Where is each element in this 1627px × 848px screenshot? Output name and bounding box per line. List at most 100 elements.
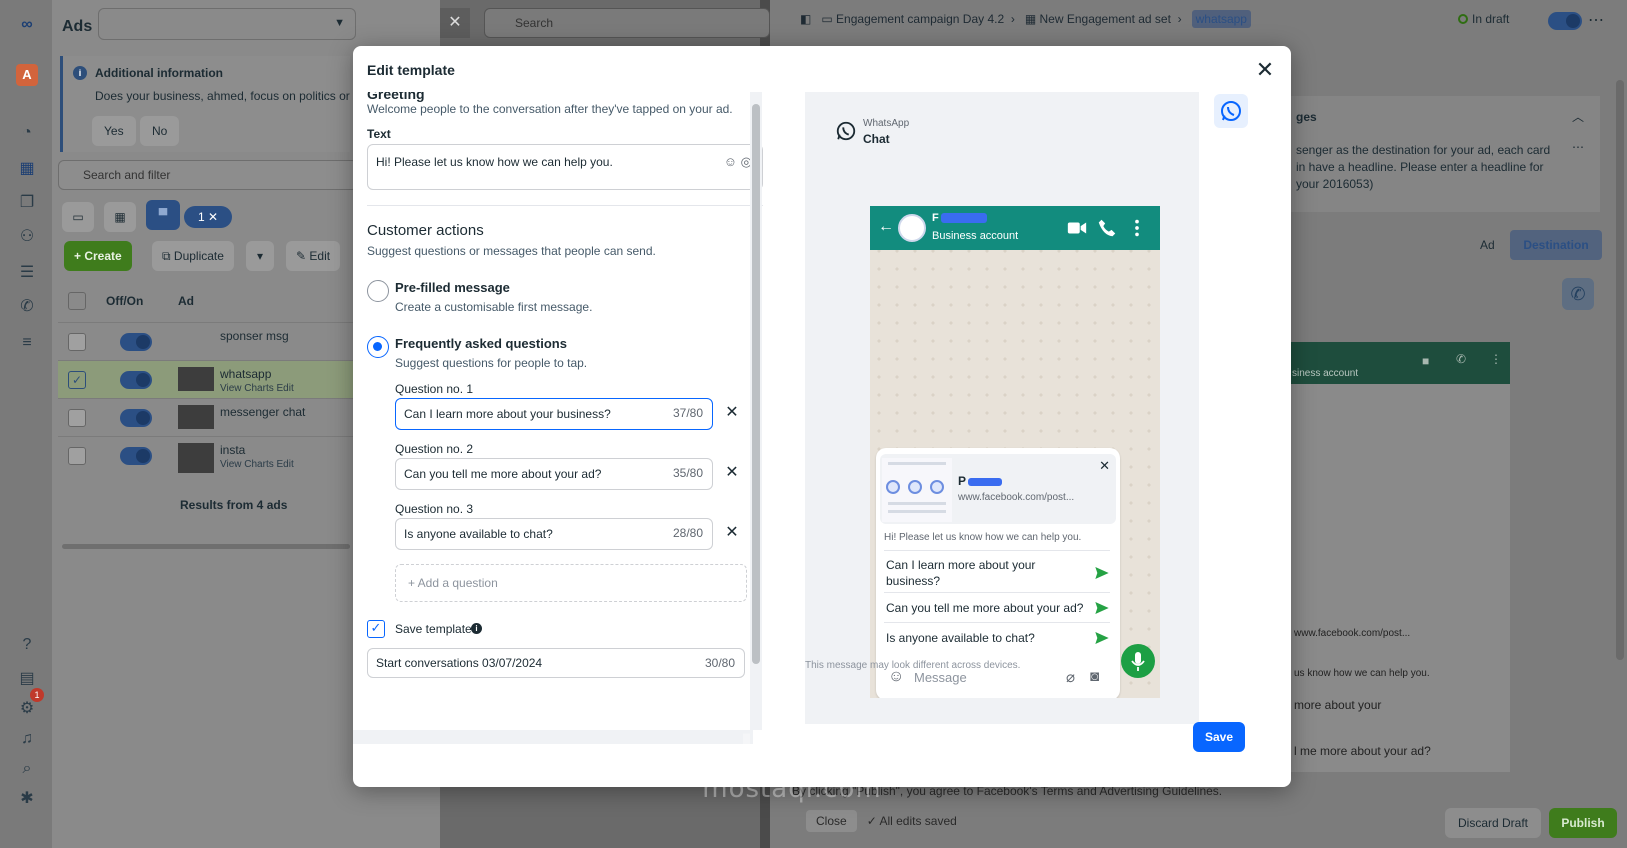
selected-count: 1 bbox=[197, 210, 205, 224]
account-avatar[interactable]: A bbox=[16, 64, 38, 86]
remove-question-1-icon[interactable]: ✕ bbox=[723, 404, 741, 422]
billing-icon[interactable]: ☰ bbox=[16, 262, 38, 284]
row-toggle[interactable] bbox=[120, 409, 152, 427]
grid-view-icon[interactable]: ▦ bbox=[104, 202, 136, 232]
account-selector[interactable]: ▼ bbox=[98, 8, 356, 40]
remove-question-2-icon[interactable]: ✕ bbox=[723, 464, 741, 482]
prefilled-message-title[interactable]: Pre-filled message bbox=[395, 280, 510, 295]
check-icon: ✓ bbox=[866, 814, 877, 828]
bell-icon[interactable]: ♫ bbox=[16, 728, 38, 750]
top-search-input[interactable]: Search bbox=[484, 8, 770, 38]
question-3-input[interactable]: Is anyone available to chat? bbox=[395, 518, 713, 550]
settings-gear-icon[interactable]: ⚙ bbox=[16, 698, 38, 720]
megaphone-icon[interactable]: ✆ bbox=[16, 296, 38, 318]
breadcrumb-ad[interactable]: whatsapp bbox=[1191, 10, 1251, 28]
table-horizontal-scrollbar[interactable] bbox=[62, 544, 350, 549]
card-text: senger as the destination for your ad, e… bbox=[1296, 143, 1551, 191]
info-title: Additional information bbox=[95, 66, 223, 80]
table-row[interactable]: sponser msg bbox=[58, 322, 388, 360]
row-toggle[interactable] bbox=[120, 447, 152, 465]
whatsapp-icon[interactable] bbox=[1214, 94, 1248, 128]
more-options-icon[interactable]: ⋯ bbox=[1588, 10, 1604, 30]
chevron-up-icon[interactable]: ︿ bbox=[1572, 108, 1584, 125]
info-icon[interactable]: i bbox=[471, 623, 482, 634]
yes-button[interactable]: Yes bbox=[92, 116, 136, 146]
faq-radio[interactable] bbox=[367, 336, 389, 358]
table-row[interactable]: messenger chat bbox=[58, 398, 388, 436]
dashboard-icon[interactable]: ◔ bbox=[16, 122, 38, 144]
ad-name[interactable]: insta bbox=[220, 443, 245, 457]
breadcrumb-adset[interactable]: New Engagement ad set bbox=[1040, 12, 1171, 26]
greeting-text-value: Hi! Please let us know how we can help y… bbox=[376, 155, 613, 169]
close-button[interactable]: Close bbox=[806, 810, 857, 832]
draft-toggle[interactable] bbox=[1548, 12, 1582, 30]
faq-title[interactable]: Frequently asked questions bbox=[395, 336, 567, 351]
pages-icon[interactable]: ❐ bbox=[16, 192, 38, 214]
row-toggle[interactable] bbox=[120, 371, 152, 389]
tab-ad[interactable]: Ad bbox=[1480, 238, 1495, 252]
emoji-icon[interactable]: ☺ ◎ bbox=[724, 154, 752, 170]
row-checkbox[interactable]: ✓ bbox=[68, 371, 86, 389]
bug-report-icon[interactable]: ✱ bbox=[16, 788, 38, 810]
no-button[interactable]: No bbox=[140, 116, 180, 146]
row-checkbox[interactable] bbox=[68, 333, 86, 351]
ads-table-icon[interactable]: ▦ bbox=[16, 158, 38, 180]
folder-icon[interactable]: ▭ bbox=[62, 202, 94, 232]
prefilled-message-description: Create a customisable first message. bbox=[395, 300, 593, 314]
row-links[interactable]: View Charts Edit bbox=[220, 459, 294, 470]
table-row[interactable]: ✓ whatsapp View Charts Edit bbox=[58, 360, 388, 398]
ad-name[interactable]: sponser msg bbox=[220, 329, 289, 343]
row-checkbox[interactable] bbox=[68, 447, 86, 465]
table-row[interactable]: insta View Charts Edit bbox=[58, 436, 388, 482]
add-question-button[interactable]: + Add a question bbox=[395, 564, 747, 602]
ad-thumbnail bbox=[178, 367, 214, 391]
template-name-input[interactable]: Start conversations 03/07/2024 bbox=[367, 648, 745, 678]
breadcrumb-campaign[interactable]: Engagement campaign Day 4.2 bbox=[836, 12, 1004, 26]
whatsapp-icon[interactable]: ✆ bbox=[1562, 278, 1594, 310]
edit-button[interactable]: ✎ Edit bbox=[286, 241, 341, 271]
duplicate-button[interactable]: ⧉ Duplicate bbox=[152, 241, 234, 271]
form-horizontal-scrollbar[interactable] bbox=[353, 730, 753, 744]
publish-button[interactable]: Publish bbox=[1549, 808, 1617, 838]
help-icon[interactable]: ? bbox=[16, 634, 38, 656]
row-checkbox[interactable] bbox=[68, 409, 86, 427]
ad-name[interactable]: messenger chat bbox=[220, 405, 305, 419]
tab-destination[interactable]: Destination bbox=[1510, 230, 1602, 260]
audiences-icon[interactable]: ⚇ bbox=[16, 226, 38, 248]
more-options-icon[interactable]: ⋯ bbox=[1572, 140, 1584, 154]
search-icon[interactable]: ⌕ bbox=[16, 758, 38, 780]
search-filter-input[interactable]: Search and filter bbox=[58, 160, 358, 190]
ads-level-icon[interactable]: ▀ bbox=[146, 200, 180, 230]
create-button[interactable]: + Create bbox=[64, 241, 132, 271]
ad-name[interactable]: whatsapp bbox=[220, 367, 271, 381]
row-links[interactable]: View Charts Edit bbox=[220, 383, 294, 394]
save-template-checkbox[interactable]: ✓ bbox=[367, 620, 385, 638]
back-arrow-icon: ← bbox=[878, 218, 894, 235]
select-all-checkbox[interactable] bbox=[68, 292, 86, 310]
prefilled-message-radio[interactable] bbox=[367, 280, 389, 302]
discard-draft-button[interactable]: Discard Draft bbox=[1445, 808, 1541, 838]
question-1-input[interactable]: Can I learn more about your business? bbox=[395, 398, 713, 430]
notifications-list-icon[interactable]: ▤ bbox=[16, 668, 38, 690]
breadcrumb: ◧ ▭ Engagement campaign Day 4.2 › ▦ New … bbox=[800, 10, 1251, 28]
redaction-mark bbox=[940, 213, 987, 224]
form-vertical-scrollbar[interactable] bbox=[750, 92, 762, 730]
scroll-thumb[interactable] bbox=[752, 104, 760, 664]
question-2-input[interactable]: Can you tell me more about your ad? bbox=[395, 458, 713, 490]
editor-scrollbar[interactable] bbox=[1616, 80, 1624, 660]
sidebar-toggle-icon[interactable]: ◧ bbox=[800, 12, 811, 26]
menu-icon[interactable]: ≡ bbox=[16, 332, 38, 354]
draft-status-label: In draft bbox=[1472, 12, 1510, 26]
row-toggle[interactable] bbox=[120, 333, 152, 351]
selected-count-chip[interactable]: 1 ✕ bbox=[184, 206, 232, 228]
greeting-text-field[interactable]: Hi! Please let us know how we can help y… bbox=[367, 144, 763, 190]
duplicate-dropdown[interactable]: ▾ bbox=[246, 241, 274, 271]
remove-question-3-icon[interactable]: ✕ bbox=[723, 524, 741, 542]
background-phone-preview: siness account ■ ✆ ⋮ www.facebook.com/po… bbox=[1290, 342, 1510, 772]
kebab-icon: ⋮ bbox=[1490, 352, 1502, 366]
card-url: www.facebook.com/post... bbox=[958, 492, 1075, 503]
close-panel-icon[interactable]: ✕ bbox=[440, 8, 470, 38]
close-icon[interactable]: ✕ bbox=[1251, 56, 1279, 84]
save-button[interactable]: Save bbox=[1193, 722, 1245, 752]
message-placeholder: Message bbox=[914, 670, 967, 685]
